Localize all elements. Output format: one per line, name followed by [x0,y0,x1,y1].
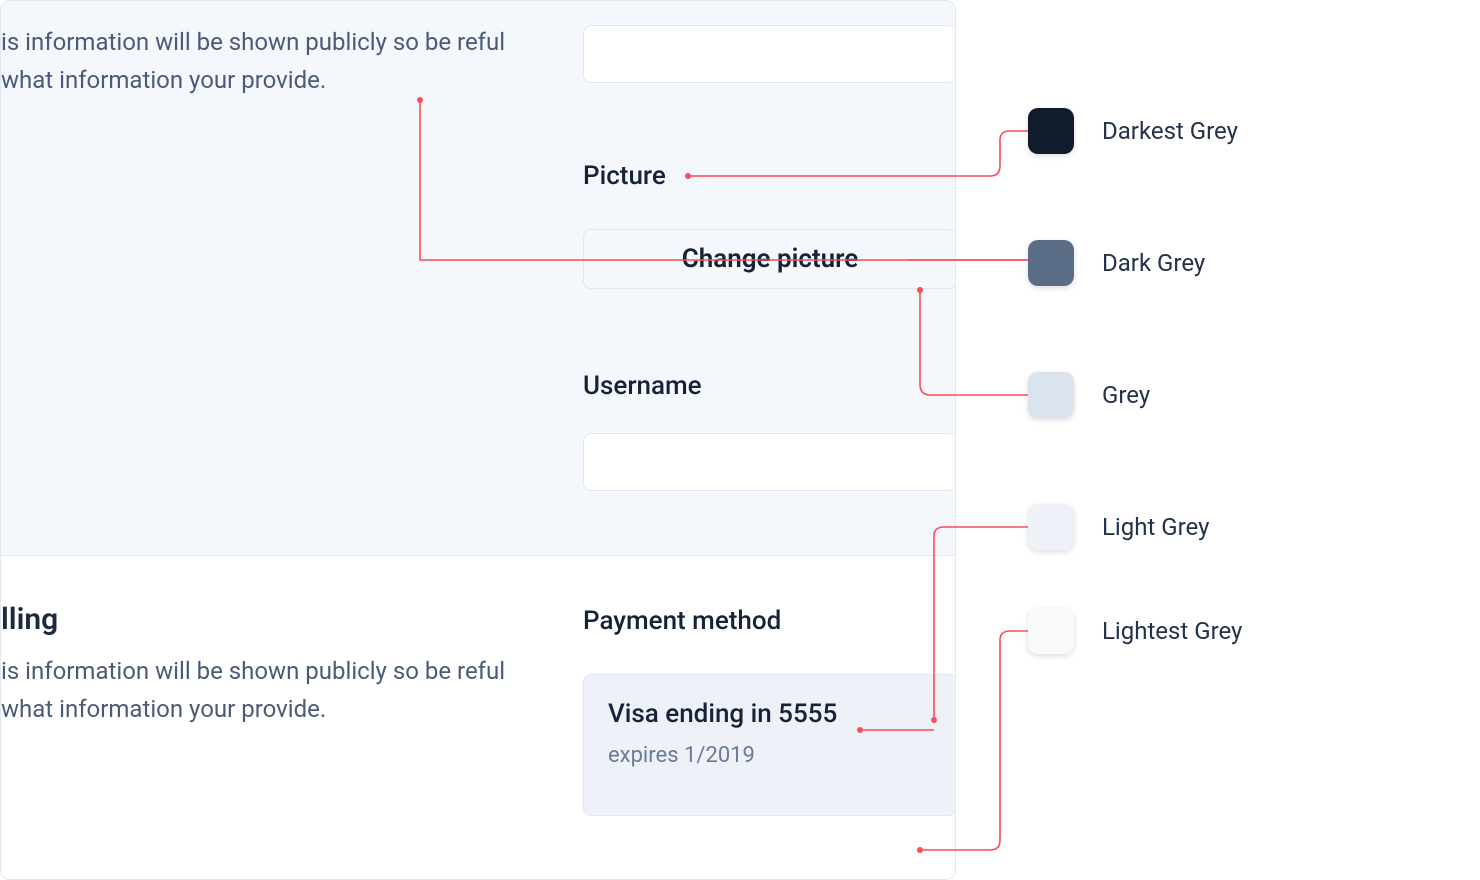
billing-right-column: Payment method Visa ending in 5555 expir… [583,556,955,880]
payment-method-label: Payment method [583,606,781,636]
username-label: Username [583,371,702,401]
section-profile: is information will be shown publicly so… [1,1,955,556]
username-input[interactable] [583,433,956,491]
profile-description: is information will be shown publicly so… [1,23,561,100]
legend-label-dark-grey: Dark Grey [1102,249,1205,277]
profile-input-top[interactable] [583,25,956,83]
legend-label-lightest-grey: Lightest Grey [1102,617,1242,645]
change-picture-button-label: Change picture [682,244,859,274]
legend-label-light-grey: Light Grey [1102,513,1209,541]
swatch-darkest-grey [1028,108,1074,154]
swatch-dark-grey [1028,240,1074,286]
profile-right-column: Picture Change picture Username [583,1,955,555]
section-billing: lling is information will be shown publi… [1,556,955,880]
swatch-light-grey [1028,504,1074,550]
legend-label-grey: Grey [1102,381,1150,409]
picture-label: Picture [583,161,666,191]
legend-item-light-grey: Light Grey [1028,504,1209,550]
settings-card: is information will be shown publicly so… [0,0,956,880]
billing-description: is information will be shown publicly so… [1,652,561,729]
payment-card-title: Visa ending in 5555 [608,699,932,729]
legend-item-lightest-grey: Lightest Grey [1028,608,1242,654]
legend-label-darkest-grey: Darkest Grey [1102,117,1238,145]
legend-item-darkest-grey: Darkest Grey [1028,108,1238,154]
swatch-grey [1028,372,1074,418]
swatch-lightest-grey [1028,608,1074,654]
legend-item-dark-grey: Dark Grey [1028,240,1205,286]
payment-method-box[interactable]: Visa ending in 5555 expires 1/2019 [583,674,956,816]
legend-item-grey: Grey [1028,372,1150,418]
billing-heading: lling [1,602,58,637]
change-picture-button[interactable]: Change picture [583,229,956,289]
payment-card-subtitle: expires 1/2019 [608,743,932,768]
